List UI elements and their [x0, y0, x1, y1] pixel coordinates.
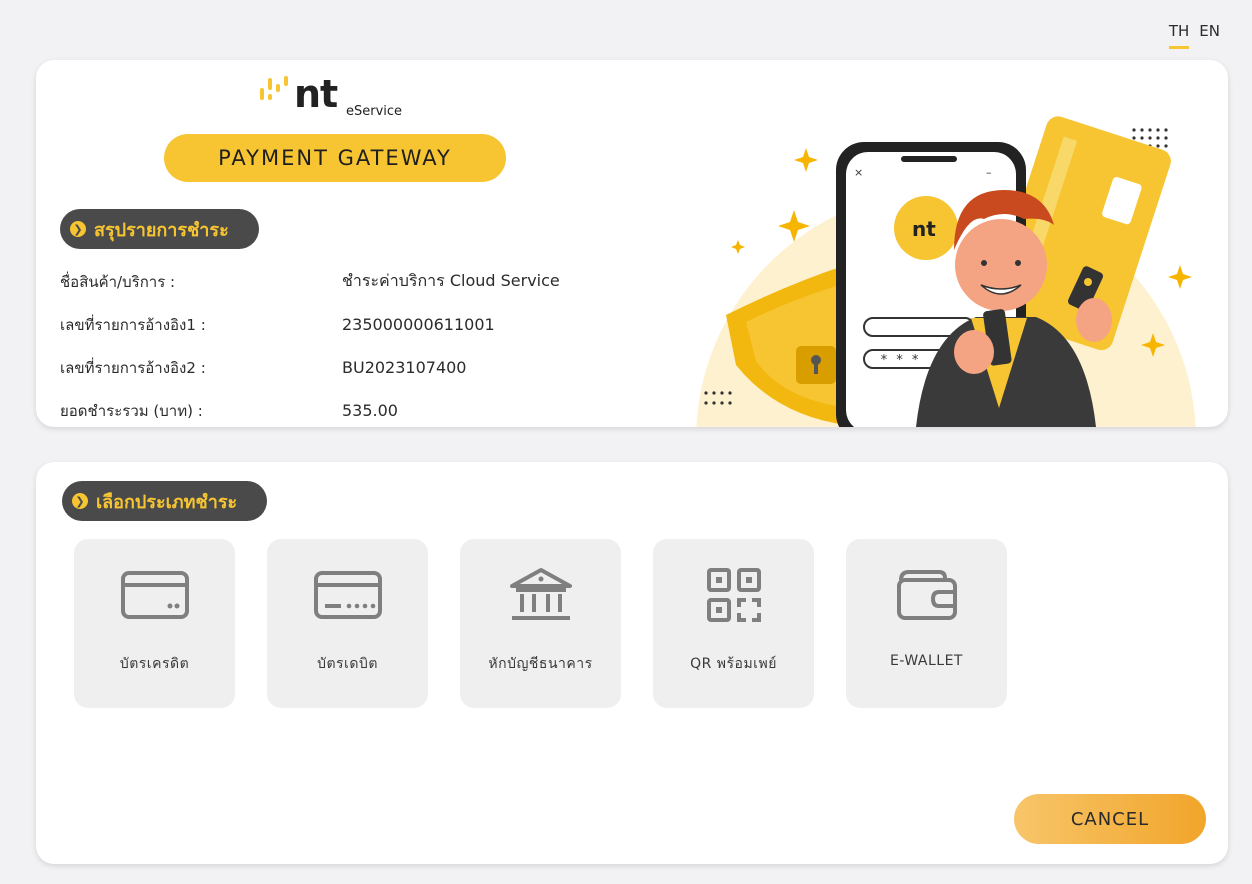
method-label: E-WALLET: [890, 653, 963, 669]
summary-value: BU2023107400: [342, 358, 467, 377]
language-switcher: TH EN: [1168, 22, 1220, 49]
qr-code-icon: [706, 567, 762, 623]
method-credit-card[interactable]: บัตรเครดิต: [74, 539, 235, 708]
chevron-right-icon: ❯: [72, 493, 88, 509]
logo-text: nt: [294, 72, 338, 116]
phone-logo-text: nt: [912, 217, 936, 241]
cancel-button[interactable]: CANCEL: [1014, 794, 1206, 844]
payment-illustration: × – nt * * *: [696, 116, 1196, 427]
phone-minimize-text: –: [986, 166, 992, 179]
credit-card-icon: [120, 567, 190, 623]
summary-heading: ❯ สรุปรายการชำระ: [60, 209, 259, 249]
method-bank-account[interactable]: หักบัญชีธนาคาร: [460, 539, 621, 708]
summary-list: ชื่อสินค้า/บริการ : ชำระค่าบริการ Cloud …: [60, 260, 680, 427]
summary-label: เลขที่รายการอ้างอิง1 :: [60, 315, 206, 334]
payment-summary-card: nt eService PAYMENT GATEWAY ❯ สรุปรายการ…: [36, 60, 1228, 427]
method-label: หักบัญชีธนาคาร: [488, 656, 593, 672]
summary-heading-text: สรุปรายการชำระ: [94, 219, 229, 241]
chevron-right-icon: ❯: [70, 221, 86, 237]
debit-card-icon: [313, 567, 383, 623]
logo-subtext: eService: [346, 104, 403, 119]
method-qr-promptpay[interactable]: QR พร้อมเพย์: [653, 539, 814, 708]
summary-value: 235000000611001: [342, 315, 495, 334]
summary-row: ยอดชำระรวม (บาท) : 535.00: [60, 389, 680, 427]
summary-row: เลขที่รายการอ้างอิง2 : BU2023107400: [60, 346, 680, 389]
summary-row: ชื่อสินค้า/บริการ : ชำระค่าบริการ Cloud …: [60, 260, 680, 303]
bank-icon: [508, 567, 574, 623]
payment-gateway-banner: PAYMENT GATEWAY: [164, 134, 506, 182]
lang-th-link[interactable]: TH: [1168, 22, 1190, 49]
payment-method-card: ❯ เลือกประเภทชำระ บัตรเครดิต บัตรเดบิต ห…: [36, 462, 1228, 864]
wallet-icon: [895, 567, 959, 623]
summary-row: เลขที่รายการอ้างอิง1 : 235000000611001: [60, 303, 680, 346]
payment-method-list: บัตรเครดิต บัตรเดบิต หักบัญชีธนาคาร QR พ…: [74, 539, 1007, 708]
summary-label: เลขที่รายการอ้างอิง2 :: [60, 358, 206, 377]
phone-close-text: ×: [854, 166, 863, 179]
summary-label: ยอดชำระรวม (บาท) :: [60, 401, 203, 420]
summary-value: 535.00: [342, 401, 398, 420]
phone-password-text: * * *: [880, 353, 919, 368]
method-label: QR พร้อมเพย์: [690, 656, 777, 672]
method-label: บัตรเดบิต: [317, 656, 378, 672]
summary-label: ชื่อสินค้า/บริการ :: [60, 272, 176, 291]
payment-heading-text: เลือกประเภทชำระ: [96, 491, 238, 513]
nt-logo: nt eService: [258, 68, 458, 132]
method-debit-card[interactable]: บัตรเดบิต: [267, 539, 428, 708]
method-e-wallet[interactable]: E-WALLET: [846, 539, 1007, 708]
payment-heading: ❯ เลือกประเภทชำระ: [62, 481, 268, 521]
summary-value: ชำระค่าบริการ Cloud Service: [342, 271, 560, 290]
method-label: บัตรเครดิต: [119, 656, 190, 672]
lang-en-link[interactable]: EN: [1199, 22, 1220, 49]
signal-icon: [260, 76, 288, 100]
